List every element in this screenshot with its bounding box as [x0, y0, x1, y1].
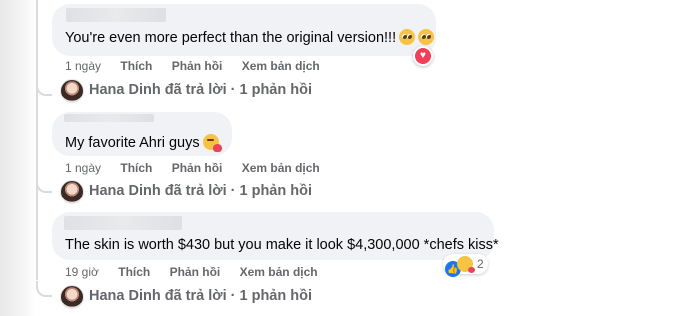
- comment-actions: 1 ngày Thích Phản hồi Xem bản dịch: [65, 59, 336, 73]
- thread-line: [36, 0, 38, 280]
- thread-connector: [36, 80, 52, 96]
- love-reaction-icon[interactable]: ♥: [413, 46, 433, 66]
- reaction-count: 2: [477, 257, 484, 271]
- comment-bubble: You're even more perfect than the origin…: [52, 4, 436, 56]
- like-button[interactable]: Thích: [120, 59, 152, 73]
- blurred-author-name[interactable]: [64, 114, 154, 122]
- comment-time[interactable]: 1 ngày: [65, 59, 101, 73]
- thread-connector: [36, 281, 52, 297]
- see-translation-button[interactable]: Xem bản dịch: [242, 161, 320, 175]
- blurred-avatar-column: [0, 0, 36, 316]
- reply-button[interactable]: Phản hồi: [172, 59, 223, 73]
- reaction-summary[interactable]: 👍 2: [443, 254, 488, 277]
- reply-button[interactable]: Phản hồi: [170, 265, 221, 279]
- face-blowing-kiss-emoji: [202, 134, 222, 152]
- thread-connector: [36, 177, 52, 193]
- see-translation-button[interactable]: Xem bản dịch: [240, 265, 318, 279]
- pleading-face-emoji: [399, 29, 416, 45]
- see-translation-button[interactable]: Xem bản dịch: [242, 59, 320, 73]
- comment-text: You're even more perfect than the origin…: [65, 29, 435, 46]
- blurred-author-name[interactable]: [64, 216, 182, 230]
- face-blowing-kiss-emoji: [457, 256, 475, 273]
- blurred-author-name[interactable]: [66, 8, 166, 22]
- view-replies-link[interactable]: Hana Dinh đã trả lời · 1 phản hồi: [89, 288, 312, 304]
- view-replies-link[interactable]: Hana Dinh đã trả lời · 1 phản hồi: [89, 183, 312, 199]
- comment-time[interactable]: 1 ngày: [65, 161, 101, 175]
- comment-time[interactable]: 19 giờ: [65, 265, 99, 279]
- like-button[interactable]: Thích: [120, 161, 152, 175]
- comment-text: The skin is worth $430 but you make it l…: [65, 237, 499, 253]
- reply-button[interactable]: Phản hồi: [172, 161, 223, 175]
- comment-bubble: The skin is worth $430 but you make it l…: [52, 212, 499, 260]
- avatar[interactable]: [60, 285, 84, 309]
- comment-actions: 19 giờ Thích Phản hồi Xem bản dịch: [65, 265, 334, 279]
- like-button[interactable]: Thích: [118, 265, 150, 279]
- avatar[interactable]: [60, 79, 84, 103]
- view-replies-link[interactable]: Hana Dinh đã trả lời · 1 phản hồi: [89, 82, 312, 98]
- avatar[interactable]: [60, 180, 84, 204]
- pleading-face-emoji: [418, 29, 435, 45]
- comment-actions: 1 ngày Thích Phản hồi Xem bản dịch: [65, 161, 336, 175]
- comment-bubble: My favorite Ahri guys: [52, 112, 232, 156]
- comment-text: My favorite Ahri guys: [65, 134, 222, 152]
